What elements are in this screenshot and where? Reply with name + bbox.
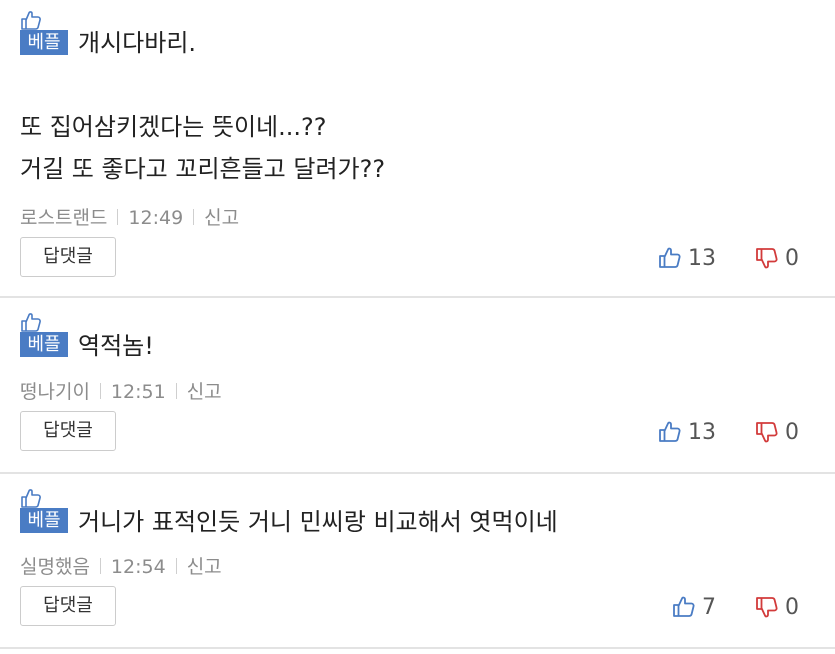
comment-item: 베플 개시다바리. 또 집어삼키겠다는 뜻이네...?? 거길 또 좋다고 꼬리… xyxy=(0,0,835,298)
comment-line: 거니가 표적인듯 거니 민씨랑 비교해서 엿먹이네 xyxy=(78,508,558,536)
like-button[interactable]: 13 xyxy=(658,243,716,273)
comment-meta: 로스트랜드 12:49 신고 xyxy=(20,203,239,230)
report-link[interactable]: 신고 xyxy=(187,381,222,403)
thumbs-down-icon xyxy=(756,597,778,618)
like-count: 7 xyxy=(702,594,716,620)
divider xyxy=(193,209,195,225)
thumbs-up-icon xyxy=(673,596,695,617)
report-link[interactable]: 신고 xyxy=(187,556,222,578)
dislike-button[interactable]: 0 xyxy=(755,417,799,447)
divider xyxy=(117,209,119,225)
reply-button[interactable]: 답댓글 xyxy=(20,586,116,626)
thumbs-down-icon xyxy=(756,422,778,443)
comment-line: 거길 또 좋다고 꼬리흔들고 달려가?? xyxy=(20,155,386,183)
comment-text: 역적놈! xyxy=(20,325,154,367)
thumbs-up-icon xyxy=(659,421,681,442)
comment-item: 베플 역적놈! 떵나기이 12:51 신고 답댓글 13 0 xyxy=(0,298,835,474)
like-button[interactable]: 7 xyxy=(672,592,716,622)
like-count: 13 xyxy=(688,245,716,271)
divider xyxy=(99,383,101,399)
report-link[interactable]: 신고 xyxy=(204,207,239,229)
like-count: 13 xyxy=(688,419,716,445)
like-button[interactable]: 13 xyxy=(658,417,716,447)
comment-meta: 떵나기이 12:51 신고 xyxy=(20,377,222,404)
timestamp: 12:49 xyxy=(128,207,184,229)
thumbs-up-icon xyxy=(659,247,681,268)
comment-line: 역적놈! xyxy=(78,332,154,360)
comment-text: 개시다바리. 또 집어삼키겠다는 뜻이네...?? 거길 또 좋다고 꼬리흔들고… xyxy=(20,22,385,190)
comment-list: 베플 개시다바리. 또 집어삼키겠다는 뜻이네...?? 거길 또 좋다고 꼬리… xyxy=(0,0,835,654)
reply-button[interactable]: 답댓글 xyxy=(20,411,116,451)
comment-item: 베플 거니가 표적인듯 거니 민씨랑 비교해서 엿먹이네 실명했음 12:54 신고… xyxy=(0,474,835,649)
comment-text: 거니가 표적인듯 거니 민씨랑 비교해서 엿먹이네 xyxy=(20,501,558,543)
timestamp: 12:51 xyxy=(110,381,166,403)
comment-line: 개시다바리. xyxy=(78,29,197,57)
divider xyxy=(175,383,177,399)
author-name[interactable]: 떵나기이 xyxy=(20,381,90,403)
dislike-count: 0 xyxy=(785,245,799,271)
author-name[interactable]: 로스트랜드 xyxy=(20,207,107,229)
comment-line xyxy=(20,64,385,106)
dislike-count: 0 xyxy=(785,594,799,620)
comment-meta: 실명했음 12:54 신고 xyxy=(20,552,222,579)
divider xyxy=(175,558,177,574)
thumbs-down-icon xyxy=(756,248,778,269)
divider xyxy=(99,558,101,574)
author-name[interactable]: 실명했음 xyxy=(20,556,90,578)
reply-button[interactable]: 답댓글 xyxy=(20,237,116,277)
dislike-count: 0 xyxy=(785,419,799,445)
comment-line: 또 집어삼키겠다는 뜻이네...?? xyxy=(20,113,327,141)
timestamp: 12:54 xyxy=(110,556,166,578)
dislike-button[interactable]: 0 xyxy=(755,592,799,622)
dislike-button[interactable]: 0 xyxy=(755,243,799,273)
